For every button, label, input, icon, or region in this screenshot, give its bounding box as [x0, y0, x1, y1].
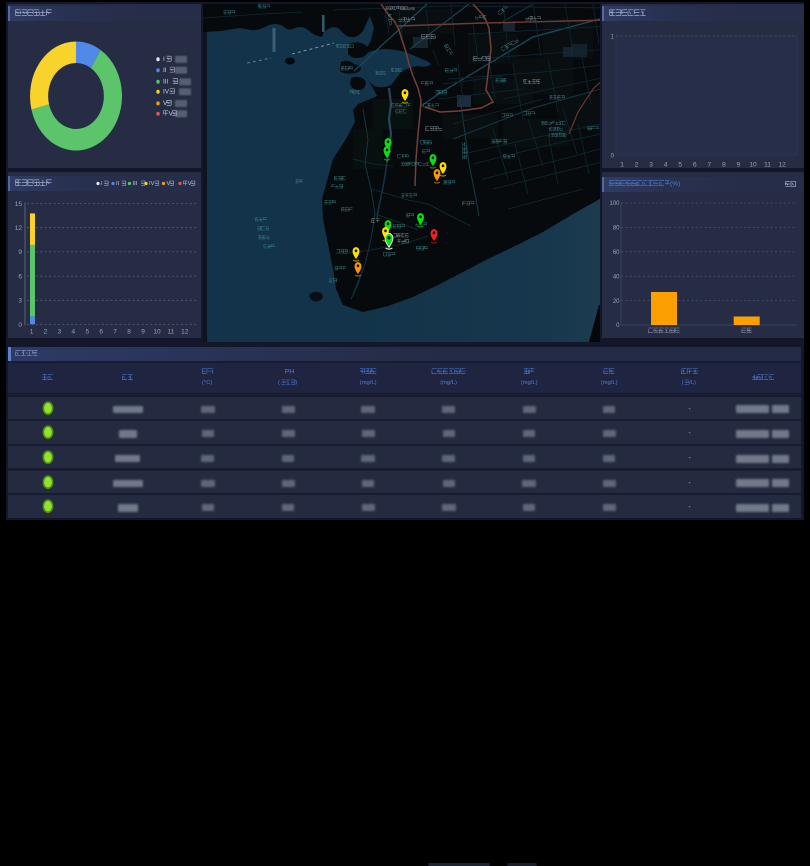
svg-text:20: 20	[613, 299, 620, 305]
svg-text:IV: IV	[149, 181, 155, 187]
svg-text:(: (	[278, 380, 280, 386]
svg-text:6: 6	[18, 273, 22, 280]
svg-text:III: III	[163, 78, 169, 85]
svg-text:0: 0	[18, 322, 22, 329]
svg-text:80: 80	[613, 226, 620, 232]
svg-text:2: 2	[44, 329, 48, 336]
svg-text:(mg/L): (mg/L)	[601, 380, 618, 386]
svg-text:8: 8	[722, 162, 726, 169]
svg-text:15: 15	[15, 201, 23, 208]
svg-text:3: 3	[649, 162, 653, 169]
svg-text:7: 7	[707, 162, 711, 169]
svg-text:): )	[295, 380, 297, 386]
svg-text:-: -	[688, 430, 691, 437]
svg-text:6: 6	[693, 162, 697, 169]
svg-text:IV: IV	[163, 88, 170, 95]
svg-text:3: 3	[58, 329, 62, 336]
svg-text:-: -	[688, 480, 691, 487]
svg-text:(°C): (°C)	[202, 380, 212, 386]
svg-text:100: 100	[609, 201, 620, 207]
svg-text:II: II	[116, 181, 120, 187]
svg-text:V: V	[188, 181, 192, 187]
svg-text:II: II	[163, 67, 167, 74]
svg-text:8: 8	[127, 329, 131, 336]
svg-text:12: 12	[778, 162, 786, 169]
svg-text:40: 40	[613, 274, 620, 280]
svg-text:-: -	[688, 504, 691, 511]
svg-text:V: V	[163, 100, 168, 107]
svg-text:4: 4	[664, 162, 668, 169]
svg-text:12: 12	[181, 329, 189, 336]
svg-text:-: -	[688, 455, 691, 462]
svg-text:5: 5	[678, 162, 682, 169]
svg-text:11: 11	[168, 329, 175, 336]
svg-text:(mg/L): (mg/L)	[440, 380, 457, 386]
svg-text:-: -	[688, 406, 691, 413]
svg-text:I: I	[101, 181, 103, 187]
svg-text:2: 2	[635, 162, 639, 169]
svg-text:10: 10	[153, 329, 161, 336]
svg-text:(mg/L): (mg/L)	[521, 380, 538, 386]
svg-text:7: 7	[113, 329, 117, 336]
svg-text:9: 9	[737, 162, 741, 169]
svg-text:(: (	[682, 380, 684, 386]
svg-text:6: 6	[99, 329, 103, 336]
svg-text:1: 1	[30, 329, 34, 336]
svg-text:III: III	[133, 181, 138, 187]
svg-text:V: V	[167, 181, 171, 187]
svg-text:11: 11	[764, 162, 771, 169]
svg-text:5: 5	[85, 329, 89, 336]
svg-text:9: 9	[18, 249, 22, 256]
svg-text:4: 4	[71, 329, 75, 336]
svg-text:1: 1	[620, 162, 624, 169]
svg-text:60: 60	[613, 250, 620, 256]
svg-text:10: 10	[749, 162, 757, 169]
svg-text:PH: PH	[285, 369, 295, 376]
svg-text:3: 3	[18, 298, 22, 305]
svg-text:9: 9	[141, 329, 145, 336]
svg-text:I: I	[163, 56, 165, 63]
svg-text:(mg/L): (mg/L)	[360, 380, 377, 386]
svg-text:(%): (%)	[670, 181, 680, 188]
svg-text:/L): /L)	[689, 380, 696, 386]
svg-text:V: V	[169, 110, 174, 117]
svg-text:12: 12	[15, 225, 23, 232]
